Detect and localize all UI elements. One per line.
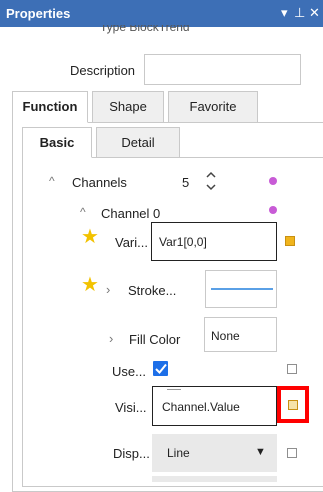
channel0-status-dot <box>269 206 277 214</box>
fill-color-value: None <box>211 329 240 343</box>
disp-binding-marker-icon[interactable] <box>287 448 297 458</box>
properties-title-bar: Properties ▾ ⊥ ✕ <box>0 0 323 27</box>
description-label: Description <box>70 63 136 78</box>
spinner-chevrons-icon[interactable] <box>205 170 217 192</box>
dropdown-icon[interactable]: ▾ <box>281 5 288 21</box>
use-checkbox[interactable] <box>153 361 168 376</box>
fill-color-input[interactable]: None <box>204 317 277 352</box>
channels-value[interactable]: 5 <box>182 175 189 190</box>
disp-label: Disp... <box>113 446 150 461</box>
collapse-chevron-icon[interactable]: ^ <box>80 205 86 219</box>
channels-label: Channels <box>72 175 127 190</box>
check-icon <box>155 363 167 374</box>
visi-value: Channel.Value <box>162 400 240 414</box>
stroke-preview-line <box>211 288 273 290</box>
next-row-field[interactable] <box>152 476 277 482</box>
vari-label: Vari... <box>115 235 148 250</box>
favorite-star-icon[interactable]: ★ <box>81 227 99 247</box>
text-cursor-mark <box>167 389 181 390</box>
pin-icon[interactable]: ⊥ <box>294 5 305 21</box>
vari-value: Var1[0,0] <box>159 235 207 249</box>
favorite-star-icon[interactable]: ★ <box>81 275 99 295</box>
tab-shape[interactable]: Shape <box>92 91 164 123</box>
visi-label: Visi... <box>115 400 147 415</box>
visi-input[interactable]: Channel.Value <box>152 386 277 426</box>
tab-function[interactable]: Function <box>12 91 88 123</box>
dropdown-arrow-icon[interactable]: ▼ <box>255 446 266 458</box>
channels-status-dot <box>269 177 277 185</box>
fill-color-label: Fill Color <box>129 332 181 347</box>
channels-spinner[interactable] <box>205 170 217 192</box>
disp-value: Line <box>167 446 190 460</box>
vari-input[interactable]: Var1[0,0] <box>151 222 277 261</box>
stroke-label: Stroke... <box>128 283 177 298</box>
panel-title: Properties <box>6 6 71 21</box>
vari-binding-marker-icon[interactable] <box>285 236 295 246</box>
description-input[interactable] <box>144 54 301 85</box>
use-label: Use... <box>112 364 146 379</box>
stroke-line-picker[interactable] <box>205 270 277 308</box>
use-binding-marker-icon[interactable] <box>287 364 297 374</box>
disp-dropdown[interactable]: Line ▼ <box>152 434 277 472</box>
channel0-label: Channel 0 <box>101 206 161 221</box>
tab-favorite[interactable]: Favorite <box>168 91 258 123</box>
visi-binding-marker-icon[interactable] <box>288 400 298 410</box>
expand-chevron-icon[interactable]: › <box>109 331 113 346</box>
close-icon[interactable]: ✕ <box>309 5 320 21</box>
collapse-chevron-icon[interactable]: ^ <box>49 174 55 188</box>
type-row-cut: Type BlockTrend <box>100 25 190 34</box>
expand-chevron-icon[interactable]: › <box>106 282 110 297</box>
